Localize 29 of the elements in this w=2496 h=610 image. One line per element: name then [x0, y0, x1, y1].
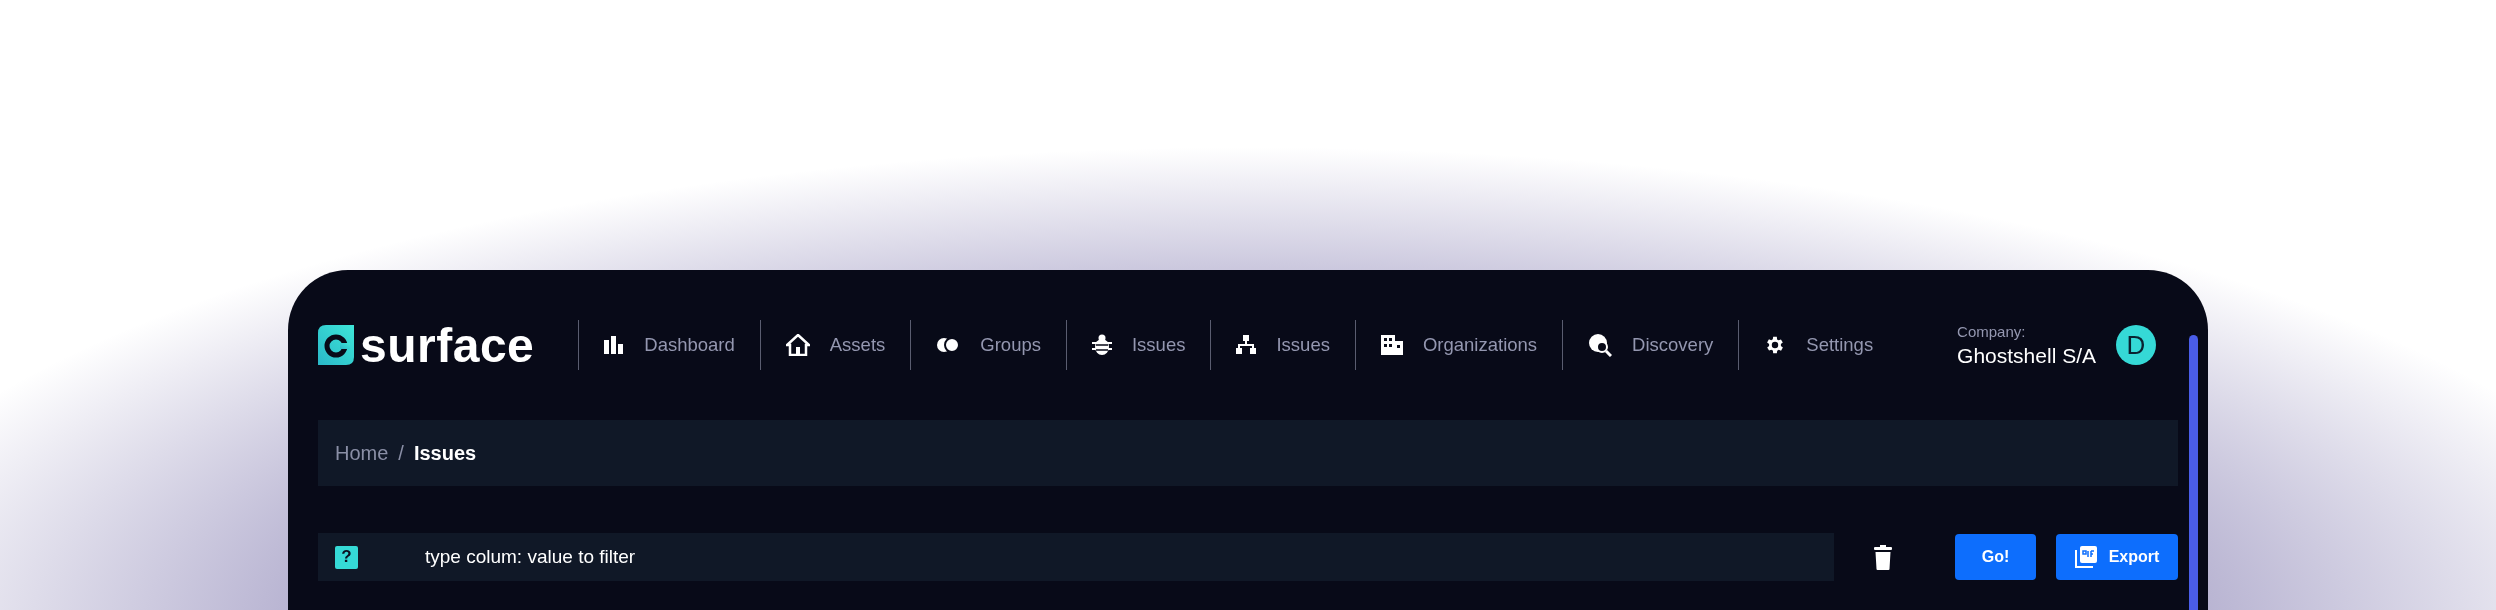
- breadcrumb-link[interactable]: Issues: [413, 441, 477, 465]
- nav-link[interactable]: Issues: [1211, 334, 1355, 356]
- bug-icon: [1092, 334, 1112, 356]
- nav-link[interactable]: Dashboard: [579, 334, 760, 356]
- hierarchy-icon: [1236, 335, 1257, 355]
- help-icon[interactable]: ?: [335, 545, 358, 569]
- logo-text: surface: [360, 317, 535, 373]
- logo-icon: [318, 325, 354, 365]
- circles-icon: [936, 337, 961, 353]
- user-avatar[interactable]: D: [2116, 325, 2156, 365]
- trash-icon[interactable]: [1874, 544, 1892, 570]
- bar-chart-icon: [604, 336, 625, 354]
- filter-field[interactable]: ? type colum: value to filter: [318, 533, 1834, 581]
- pdf-file-icon: [2074, 546, 2097, 568]
- nav-link[interactable]: Assets: [760, 334, 911, 356]
- go-button[interactable]: Go!: [1955, 534, 2036, 580]
- breadcrumb-link[interactable]: Home: [335, 441, 389, 465]
- nav-link[interactable]: Settings: [1739, 334, 1899, 356]
- nav-link[interactable]: Issues: [1067, 334, 1211, 356]
- nav-link[interactable]: Discovery: [1563, 333, 1739, 357]
- company-name: Ghostshell S/A: [1957, 343, 2096, 368]
- nav-link[interactable]: Groups: [911, 334, 1066, 356]
- globe-search-icon: [1588, 333, 1613, 357]
- company-caption: Company:: [1957, 322, 2027, 340]
- house-icon: [785, 334, 810, 356]
- export-button[interactable]: Export: [2056, 534, 2178, 580]
- breadcrumb-separator: /: [398, 441, 404, 465]
- nav-link[interactable]: Organizations: [1355, 334, 1563, 356]
- building-icon: [1380, 335, 1403, 355]
